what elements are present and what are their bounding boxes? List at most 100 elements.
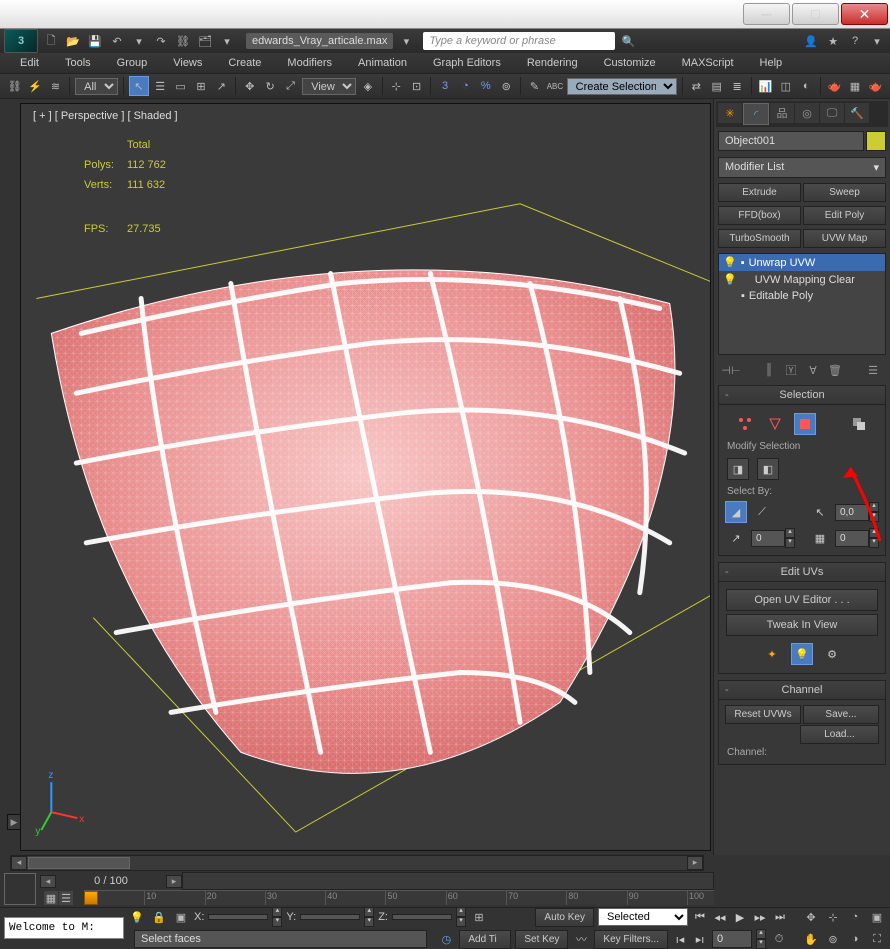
rollout-edituvs-header[interactable]: Edit UVs (719, 563, 885, 582)
shrink-sel-icon[interactable]: ◧ (757, 458, 779, 480)
play-icon[interactable]: ▶ (732, 909, 748, 925)
lightbulb-icon[interactable]: 💡 (723, 256, 737, 269)
time-tag-icon[interactable]: ◷ (437, 930, 455, 948)
tab-hierarchy-icon[interactable]: 品 (770, 103, 794, 123)
link-icon[interactable]: ⛓ (174, 32, 192, 50)
link-tool-icon[interactable]: ⛓ (6, 77, 23, 95)
quick-planar-icon[interactable]: 💡 (791, 643, 813, 665)
show-end-2-icon[interactable]: 🅈 (782, 361, 800, 379)
next-key-icon[interactable]: ▸ı (692, 931, 708, 947)
ref-coord-dropdown[interactable]: View (302, 78, 356, 95)
extrude-button[interactable]: Extrude (718, 183, 801, 202)
material-ed-icon[interactable]: ◐ (798, 77, 815, 95)
tweak-in-view-button[interactable]: Tweak In View (726, 614, 878, 636)
scale-tool-icon[interactable]: ⤢ (282, 77, 299, 95)
pivot-icon[interactable]: ◈ (359, 77, 376, 95)
spinner-up[interactable]: ▴ (869, 528, 879, 538)
menu-maxscript[interactable]: MAXScript (672, 55, 744, 71)
sel-by-pointer-icon[interactable]: ↖ (809, 501, 831, 523)
tab-display-icon[interactable]: 🖵 (820, 103, 844, 123)
spinner-down[interactable]: ▾ (869, 512, 879, 522)
spinner-down[interactable]: ▾ (785, 538, 795, 548)
nav-zoom-ext-icon[interactable]: ▣ (868, 908, 886, 926)
curve-ed-icon[interactable]: 📊 (757, 77, 774, 95)
rotate-tool-icon[interactable]: ↻ (261, 77, 278, 95)
tab-motion-icon[interactable]: ◎ (795, 103, 819, 123)
pin-stack-icon[interactable]: ⊣⊢ (722, 361, 740, 379)
menu-views[interactable]: Views (163, 55, 212, 71)
grow-sel-icon[interactable]: ◨ (727, 458, 749, 480)
sweep-button[interactable]: Sweep (803, 183, 886, 202)
nav-pan-icon[interactable]: ✋ (802, 930, 820, 948)
add-time-button[interactable]: Add Ti (459, 930, 511, 949)
menu-rendering[interactable]: Rendering (517, 55, 588, 71)
frame-counter[interactable]: 0 / 100 (56, 875, 166, 887)
search-util-icon[interactable]: 🔍 (619, 32, 637, 50)
quick-peel-icon[interactable]: ✦ (761, 643, 783, 665)
planar-angle-icon[interactable]: ◢ (725, 501, 747, 523)
filename-dropdown-icon[interactable]: ▾ (397, 32, 415, 50)
scroll-right-icon[interactable]: ▸ (687, 856, 703, 870)
select-name-icon[interactable]: ☰ (152, 77, 169, 95)
modifier-list-dropdown[interactable]: Modifier List▾ (718, 157, 886, 178)
tab-create-icon[interactable]: ✳ (718, 103, 742, 123)
val2-input[interactable]: 0 (751, 530, 785, 547)
face-subobj-icon[interactable] (794, 413, 816, 435)
lock-icon[interactable]: 🔒 (150, 908, 168, 926)
goto-end-icon[interactable]: ⏭ (772, 909, 788, 925)
ns-edit-icon[interactable]: ✎ (526, 77, 543, 95)
next-frame-icon[interactable]: ▸▸ (752, 909, 768, 925)
pointer-icon[interactable]: ↗ (213, 77, 230, 95)
project-icon[interactable]: 🗂 (196, 32, 214, 50)
spinner-up[interactable]: ▴ (785, 528, 795, 538)
time-scrollbar[interactable] (182, 872, 714, 890)
spinner-down[interactable]: ▾ (869, 538, 879, 548)
lock-sel-icon[interactable]: 💡 (128, 908, 146, 926)
app-logo-icon[interactable]: 3 (4, 29, 38, 53)
maxscript-listener[interactable]: Welcome to M: (4, 917, 124, 939)
timeline-tool1-icon[interactable]: ▦ (44, 891, 58, 905)
menu-group[interactable]: Group (107, 55, 158, 71)
ffd-button[interactable]: FFD(box) (718, 206, 801, 225)
fav-icon[interactable]: ★ (824, 32, 842, 50)
goto-start-icon[interactable]: ⏮ (692, 909, 708, 925)
scroll-left-icon[interactable]: ◂ (11, 856, 27, 870)
bind-tool-icon[interactable]: ≋ (47, 77, 64, 95)
dropdown2-icon[interactable]: ▾ (218, 32, 236, 50)
uvwmap-button[interactable]: UVW Map (803, 229, 886, 248)
spinner-up[interactable]: ▴ (869, 502, 879, 512)
menu-edit[interactable]: Edit (10, 55, 49, 71)
nav-orbit2-icon[interactable]: ⊹ (824, 908, 842, 926)
timeline-tool2-icon[interactable]: ☰ (59, 891, 73, 905)
modifier-stack[interactable]: 💡 ▪ Unwrap UVW 💡 UVW Mapping Clear ▪ Edi… (718, 253, 886, 355)
object-name-input[interactable]: Object001 (718, 131, 864, 151)
nav-orbit-icon[interactable]: ✥ (802, 908, 820, 926)
quick-settings-icon[interactable]: ⚙ (821, 643, 843, 665)
scroll-thumb[interactable] (28, 857, 130, 869)
named-selection-dropdown[interactable]: Create Selection Se (567, 78, 677, 95)
select-tool-icon[interactable]: ↖ (129, 76, 148, 96)
dropdown-icon[interactable]: ▾ (130, 32, 148, 50)
mirror-icon[interactable]: ⇄ (688, 77, 705, 95)
save-icon[interactable]: 💾 (86, 32, 104, 50)
rollout-channel-header[interactable]: Channel (719, 681, 885, 700)
viewport[interactable]: ▶ [ + ] [ Perspective ] [ Shaded ] Total… (20, 103, 711, 851)
prev-key-icon[interactable]: ı◂ (672, 931, 688, 947)
remove-mod-icon[interactable]: 🗑 (826, 361, 844, 379)
signin-icon[interactable]: 👤 (802, 32, 820, 50)
tab-utilities-icon[interactable]: 🔨 (845, 103, 869, 123)
x-coord-input[interactable] (208, 914, 268, 920)
selection-filter-dropdown[interactable]: All (75, 78, 118, 95)
edge-subobj-icon[interactable] (764, 413, 786, 435)
snap-icon[interactable]: 3 (436, 77, 453, 95)
unlink-tool-icon[interactable]: ⚡ (26, 77, 43, 95)
stack-editable-poly[interactable]: ▪ Editable Poly (719, 288, 885, 304)
redo-icon[interactable]: ↷ (152, 32, 170, 50)
help-icon[interactable]: ? (846, 32, 864, 50)
abc-icon[interactable]: ABC (546, 77, 563, 95)
open-uv-editor-button[interactable]: Open UV Editor . . . (726, 589, 878, 611)
menu-help[interactable]: Help (750, 55, 793, 71)
keyframe-marker[interactable] (84, 891, 98, 905)
nav-fov-icon[interactable]: ◔ (846, 908, 864, 926)
point-sel-icon[interactable]: ↗ (725, 527, 747, 549)
